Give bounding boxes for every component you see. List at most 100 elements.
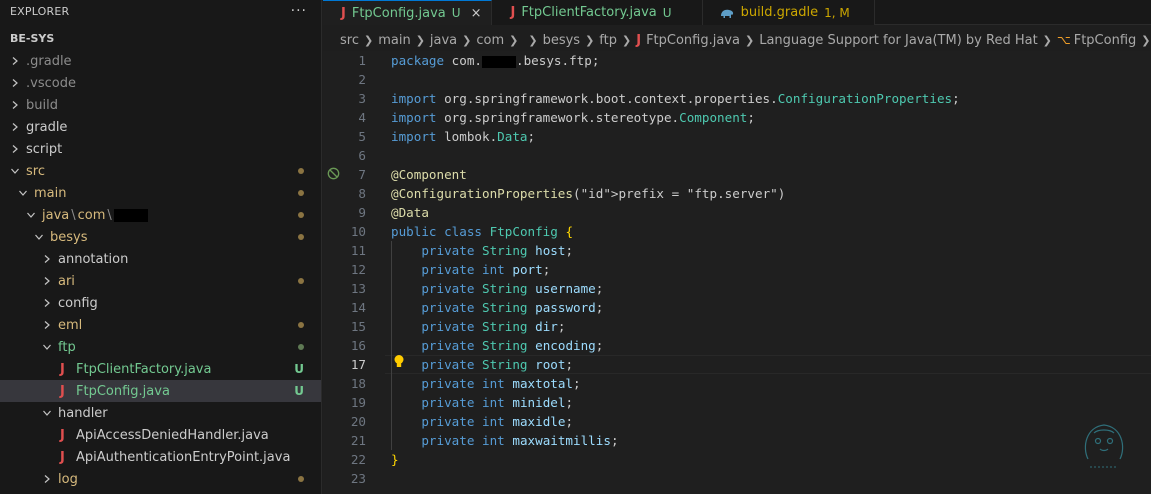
chevron-right-icon[interactable] [40,276,54,286]
breadcrumb-file[interactable]: FtpConfig.java [646,33,740,48]
chevron-right-icon[interactable] [40,254,54,264]
folder-item[interactable]: handler [0,402,321,424]
chevron-right-icon[interactable] [40,298,54,308]
file-item[interactable]: J FtpConfig.java U [0,380,321,402]
code-line[interactable]: @ConfigurationProperties("id">prefix = "… [391,184,785,203]
chevron-right-icon[interactable] [8,56,22,66]
folder-item[interactable]: annotation [0,248,321,270]
folder-item[interactable]: script [0,138,321,160]
code-line[interactable]: private int maxidle; [391,412,573,431]
line-number: 22 [350,452,366,467]
code-line[interactable]: private String dir; [391,317,565,336]
code-line[interactable]: @Component [391,165,467,184]
folder-item[interactable]: .gradle [0,50,321,72]
code-line[interactable]: import org.springframework.boot.context.… [391,89,960,108]
tree-item-label: eml [58,317,83,333]
chevron-right-icon[interactable] [40,474,54,484]
line-number: 20 [350,414,366,429]
tab-ftpconfig[interactable]: J FtpConfig.java U × [323,0,493,25]
code-line[interactable]: private int maxtotal; [391,374,580,393]
chevron-right-icon[interactable] [40,320,54,330]
code-line[interactable]: import lombok.Data; [391,127,535,146]
tree-item-label: handler [58,405,108,421]
folder-item[interactable]: java \ com \ [0,204,321,226]
chevron-right-icon[interactable] [8,100,22,110]
editor-tabbar: J FtpConfig.java U × J FtpClientFactory.… [323,0,1151,25]
folder-item[interactable]: log [0,468,321,490]
code-line[interactable]: } [391,450,399,469]
tab-status: U [662,5,672,20]
code-line[interactable]: import org.springframework.stereotype.Co… [391,108,755,127]
tree-item-label: main [34,185,67,201]
line-number: 6 [358,148,366,163]
path-separator: \ [107,207,112,223]
tree-item-label: annotation [58,251,129,267]
breadcrumb-main[interactable]: main [378,33,410,48]
tab-label: FtpConfig.java [351,5,446,21]
spring-bean-icon[interactable] [327,167,340,180]
chevron-right-icon[interactable] [8,122,22,132]
folder-item[interactable]: besys [0,226,321,248]
line-number: 12 [350,262,366,277]
code-editor[interactable]: 1 2 3 4 5 6 7 8 9 10 11 12 13 14 15 16 17 18 19 20 21 22 23 pa… [323,51,1151,494]
folder-item[interactable]: ftp [0,336,321,358]
more-actions-icon[interactable]: ··· [291,3,307,19]
chevron-down-icon[interactable] [24,210,38,220]
folder-item[interactable]: main [0,182,321,204]
chevron-down-icon[interactable] [40,408,54,418]
code-line[interactable]: private int minidel; [391,393,573,412]
file-item[interactable]: J ApiAuthenticationEntryPoint.java [0,446,321,468]
code-line[interactable]: private String encoding; [391,336,603,355]
line-number: 13 [350,281,366,296]
folder-item[interactable]: .vscode [0,72,321,94]
java-file-icon: J [60,449,65,465]
breadcrumb-src[interactable]: src [340,33,359,48]
breadcrumb-ftp[interactable]: ftp [599,33,617,48]
code-line[interactable]: private String root; [391,355,573,374]
code-line[interactable]: package com. .besys.ftp; [391,51,599,70]
chevron-right-icon[interactable] [8,144,22,154]
line-number: 19 [350,395,366,410]
code-line[interactable]: @Data [391,203,429,222]
code-line[interactable]: private String password; [391,298,603,317]
file-item[interactable]: J FtpClientFactory.java U [0,358,321,380]
close-icon[interactable]: × [471,6,482,21]
chevron-down-icon[interactable] [16,188,30,198]
breadcrumb-com[interactable]: com [476,33,504,48]
folder-item[interactable]: src [0,160,321,182]
doodle-face-icon [1084,424,1124,468]
tab-ftpclientfactory[interactable]: J FtpClientFactory.java U [492,0,703,25]
chevron-down-icon[interactable] [32,232,46,242]
folder-item[interactable]: eml [0,314,321,336]
line-number: 15 [350,319,366,334]
modified-dot-icon [298,278,304,284]
breadcrumb-class[interactable]: FtpConfig [1074,33,1137,48]
folder-item[interactable]: ari [0,270,321,292]
code-line[interactable]: private int maxwaitmillis; [391,431,618,450]
code-line[interactable]: public class FtpConfig { [391,222,573,241]
file-item[interactable]: J ApiAccessDeniedHandler.java [0,424,321,446]
chevron-down-icon[interactable] [40,342,54,352]
tree-item-label: .vscode [26,75,76,91]
breadcrumb-besys[interactable]: besys [543,33,581,48]
line-number: 1 [358,53,366,68]
project-root[interactable]: BE-SYS [0,27,321,49]
lightbulb-icon[interactable] [393,354,405,369]
tab-build-gradle[interactable]: build.gradle 1, M [702,0,875,25]
modified-dot-icon [298,322,304,328]
code-line[interactable]: private String host; [391,241,573,260]
code-line[interactable]: private int port; [391,260,550,279]
breadcrumb-java[interactable]: java [430,33,457,48]
tree-item-label: ApiAccessDeniedHandler.java [76,427,269,443]
folder-item[interactable]: gradle [0,116,321,138]
line-number: 4 [358,110,366,125]
folder-item[interactable]: config [0,292,321,314]
breadcrumb-language[interactable]: Language Support for Java(TM) by Red Hat [759,33,1037,48]
folder-item[interactable]: build [0,94,321,116]
chevron-right-icon: ❯ [1042,33,1052,47]
code-line[interactable]: private String username; [391,279,603,298]
chevron-right-icon[interactable] [8,78,22,88]
tree-item-label: src [26,163,45,179]
tab-status: U [451,6,461,20]
chevron-down-icon[interactable] [8,166,22,176]
